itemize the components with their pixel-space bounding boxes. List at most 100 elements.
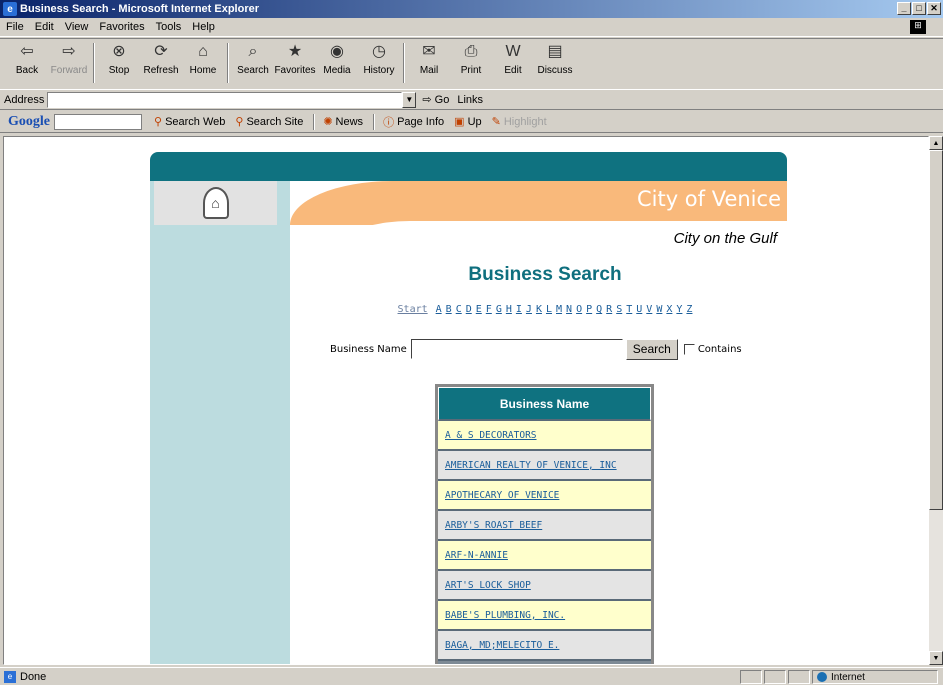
toolbar-separator: [227, 43, 229, 83]
alphabet-link-y[interactable]: Y: [676, 304, 682, 315]
links-button[interactable]: Links: [457, 94, 483, 106]
alphabet-link-k[interactable]: K: [536, 304, 542, 315]
alphabet-link-n[interactable]: N: [566, 304, 572, 315]
minimize-button[interactable]: _: [897, 2, 911, 15]
menu-item-help[interactable]: Help: [192, 21, 215, 33]
search-site-button[interactable]: ⚲ Search Site: [235, 115, 303, 129]
up-button[interactable]: ▣ Up: [454, 115, 481, 129]
google-search-input[interactable]: [54, 113, 142, 130]
alphabet-link-a[interactable]: A: [436, 304, 442, 315]
business-link[interactable]: ARF-N-ANNIE: [445, 550, 508, 561]
print-button[interactable]: ⎙ Print: [450, 39, 492, 87]
history-button[interactable]: ◷ History: [358, 39, 400, 87]
news-label: News: [335, 115, 364, 128]
contains-checkbox[interactable]: [683, 343, 695, 355]
table-row: AMERICAN REALTY OF VENICE, INC: [438, 451, 651, 481]
alphabet-link-u[interactable]: U: [636, 304, 642, 315]
stop-icon: ⊗: [112, 43, 126, 60]
status-label: Done: [20, 670, 47, 683]
business-name-input[interactable]: [410, 339, 623, 359]
alphabet-link-w[interactable]: W: [656, 304, 662, 315]
alphabet-link-x[interactable]: X: [666, 304, 672, 315]
refresh-button[interactable]: ⟳ Refresh: [140, 39, 182, 87]
city-name: City of Venice: [636, 187, 781, 211]
highlight-button[interactable]: ✎ Highlight: [492, 115, 547, 129]
scroll-down-icon[interactable]: ▼: [929, 651, 943, 665]
alphabet-link-t[interactable]: T: [626, 304, 632, 315]
business-link[interactable]: ART'S LOCK SHOP: [445, 580, 531, 591]
alphabet-link-b[interactable]: B: [446, 304, 452, 315]
address-label: Address: [4, 93, 45, 106]
status-bar: e Done Internet: [0, 667, 943, 685]
address-input[interactable]: [47, 91, 403, 108]
alphabet-link-c[interactable]: C: [456, 304, 462, 315]
forward-button[interactable]: ⇨ Forward: [48, 39, 90, 87]
maximize-button[interactable]: □: [912, 2, 926, 15]
alphabet-link-h[interactable]: H: [506, 304, 512, 315]
venice-site: ⌂ City of Venice City on the Gulf Busine…: [150, 152, 790, 664]
alphabet-link-f[interactable]: F: [486, 304, 492, 315]
search-button[interactable]: Search: [625, 338, 678, 360]
address-dropdown-icon[interactable]: ▼: [402, 91, 417, 108]
print-icon: ⎙: [464, 43, 478, 60]
search-form: Business Name Search Contains: [330, 338, 790, 360]
alphabet-link-i[interactable]: I: [516, 304, 522, 315]
business-link[interactable]: ARBY'S ROAST BEEF: [445, 520, 542, 531]
alphabet-link-d[interactable]: D: [466, 304, 472, 315]
table-header: Business Name: [438, 387, 651, 421]
alphabet-link-s[interactable]: S: [616, 304, 622, 315]
menu-bar: ⊞ File Edit View Favorites Tools Help: [0, 18, 943, 37]
alphabet-link-g[interactable]: G: [496, 304, 502, 315]
business-link[interactable]: BABE'S PLUMBING, INC.: [445, 610, 565, 621]
refresh-icon: ⟳: [154, 43, 168, 60]
favorites-label: Favorites: [274, 65, 316, 76]
business-link[interactable]: APOTHECARY OF VENICE: [445, 490, 559, 501]
discuss-button[interactable]: ▤ Discuss: [534, 39, 576, 87]
mail-button[interactable]: ✉ Mail: [408, 39, 450, 87]
alphabet-link-q[interactable]: Q: [596, 304, 602, 315]
google-logo[interactable]: Google: [8, 114, 50, 130]
search-web-button[interactable]: ⚲ Search Web: [154, 115, 225, 129]
alphabet-link-l[interactable]: L: [546, 304, 552, 315]
vertical-scrollbar[interactable]: ▲ ▼: [929, 136, 943, 665]
scroll-thumb[interactable]: [929, 150, 943, 510]
mail-label: Mail: [419, 65, 439, 76]
google-toolbar: Google ⚲ Search Web ⚲ Search Site ✺ News ⓘ Page…: [0, 111, 943, 133]
alphabet-link-p[interactable]: P: [586, 304, 592, 315]
city-tagline: City on the Gulf: [673, 230, 777, 247]
stop-button[interactable]: ⊗ Stop: [98, 39, 140, 87]
go-button[interactable]: ⇨ Go: [422, 93, 449, 106]
edit-button[interactable]: W Edit: [492, 39, 534, 87]
forward-label: Forward: [50, 65, 88, 76]
news-button[interactable]: ✺ News: [323, 115, 364, 129]
business-link[interactable]: A & S DECORATORS: [445, 430, 537, 441]
business-link[interactable]: AMERICAN REALTY OF VENICE, INC: [445, 460, 617, 471]
print-label: Print: [460, 65, 482, 76]
alphabet-link-v[interactable]: V: [646, 304, 652, 315]
alphabet-link-m[interactable]: M: [556, 304, 562, 315]
alphabet-link-z[interactable]: Z: [686, 304, 692, 315]
menu-item-view[interactable]: View: [65, 21, 89, 33]
back-button[interactable]: ⇦ Back: [6, 39, 48, 87]
alphabet-link-j[interactable]: J: [526, 304, 532, 315]
page-info-button[interactable]: ⓘ Page Info: [383, 114, 444, 130]
menu-item-favorites[interactable]: Favorites: [99, 21, 144, 33]
alphabet-link-r[interactable]: R: [606, 304, 612, 315]
city-seal-icon[interactable]: ⌂: [202, 187, 229, 219]
menu-item-tools[interactable]: Tools: [156, 21, 182, 33]
alphabet-link-start[interactable]: Start: [398, 304, 428, 315]
menu-item-file[interactable]: File: [6, 21, 24, 33]
home-button[interactable]: ⌂ Home: [182, 39, 224, 87]
alphabet-link-o[interactable]: O: [576, 304, 582, 315]
ie-logo-icon: e: [3, 2, 17, 16]
favorites-button[interactable]: ★ Favorites: [274, 39, 316, 87]
table-row: ARF-N-ANNIE: [438, 541, 651, 571]
menu-item-edit[interactable]: Edit: [35, 21, 54, 33]
search-button[interactable]: ⌕ Search: [232, 39, 274, 87]
business-name-label: Business Name: [330, 343, 407, 355]
media-button[interactable]: ◉ Media: [316, 39, 358, 87]
close-button[interactable]: ✕: [927, 2, 941, 15]
business-link[interactable]: BAGA, MD;MELECITO E.: [445, 640, 559, 651]
scroll-up-icon[interactable]: ▲: [929, 136, 943, 150]
alphabet-link-e[interactable]: E: [476, 304, 482, 315]
